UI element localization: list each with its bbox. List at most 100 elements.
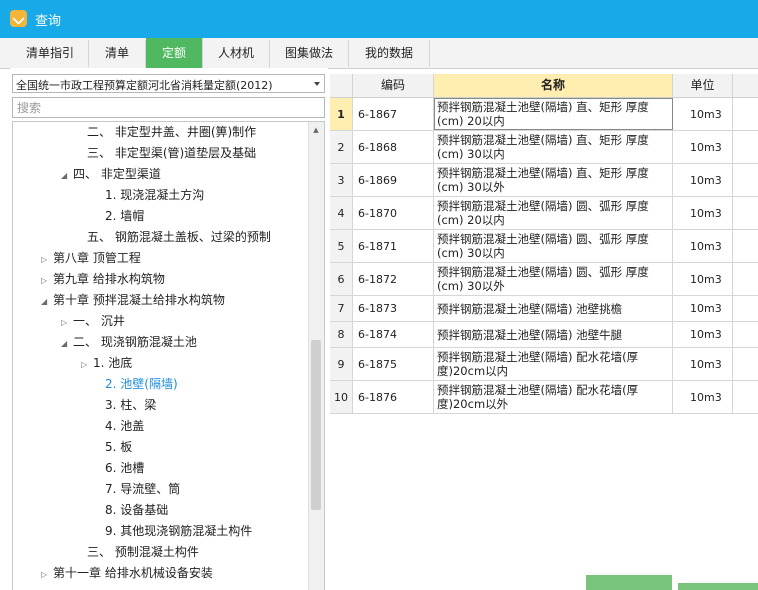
- tree-item-label: 三、 预制混凝土构件: [87, 545, 199, 559]
- tree-item[interactable]: 9. 其他现浇钢筋混凝土构件: [93, 521, 252, 541]
- table-row[interactable]: 9 6-1875 预拌钢筋混凝土池壁(隔墙) 配水花墙(厚度)20cm以内 10m3: [330, 348, 758, 381]
- tab-rencaiji[interactable]: 人材机: [203, 40, 270, 67]
- row-code[interactable]: 6-1867: [353, 98, 434, 130]
- scroll-thumb[interactable]: [311, 340, 321, 510]
- row-index[interactable]: 7: [330, 296, 353, 321]
- row-unit[interactable]: 10m3: [673, 98, 733, 130]
- tree-item[interactable]: 4. 池盖: [93, 416, 144, 436]
- row-name[interactable]: 预拌钢筋混凝土池壁(隔墙) 配水花墙(厚度)20cm以外: [434, 381, 673, 413]
- tree-item[interactable]: ▷ 第十一章 给排水机械设备安装: [41, 563, 213, 583]
- tree-item[interactable]: ▷ 第九章 给排水构筑物: [41, 269, 165, 289]
- tab-qingdan-zhiyin[interactable]: 清单指引: [12, 40, 89, 67]
- row-unit[interactable]: 10m3: [673, 164, 733, 196]
- tree-scrollbar[interactable]: ▲: [308, 122, 324, 590]
- scroll-up-icon[interactable]: ▲: [311, 125, 321, 135]
- row-name[interactable]: 预拌钢筋混凝土池壁(隔墙) 池壁挑檐: [434, 296, 673, 321]
- row-code[interactable]: 6-1872: [353, 263, 434, 295]
- tab-my-data[interactable]: 我的数据: [349, 40, 430, 67]
- tree-item[interactable]: 6. 池槽: [93, 458, 144, 478]
- row-index[interactable]: 2: [330, 131, 353, 163]
- tree-item[interactable]: 7. 导流壁、筒: [93, 479, 180, 499]
- row-code[interactable]: 6-1869: [353, 164, 434, 196]
- row-unit[interactable]: 10m3: [673, 348, 733, 380]
- tree-item[interactable]: 2. 墙帽: [93, 206, 144, 226]
- tree-item[interactable]: 三、 非定型渠(管)道垫层及基础: [75, 143, 256, 163]
- collapse-icon[interactable]: ◢: [61, 166, 73, 186]
- row-unit[interactable]: 10m3: [673, 322, 733, 347]
- expand-icon[interactable]: ▷: [41, 271, 53, 291]
- table-row[interactable]: 1 6-1867 预拌钢筋混凝土池壁(隔墙) 直、矩形 厚度(cm) 20以内 10m…: [330, 98, 758, 131]
- row-name[interactable]: 预拌钢筋混凝土池壁(隔墙) 配水花墙(厚度)20cm以内: [434, 348, 673, 380]
- window-title: 查询: [35, 14, 62, 29]
- tree-item[interactable]: 二、 非定型井盖、井圈(箅)制作: [75, 122, 256, 142]
- row-code[interactable]: 6-1874: [353, 322, 434, 347]
- tree-item[interactable]: 1. 现浇混凝土方沟: [93, 185, 204, 205]
- row-unit[interactable]: 10m3: [673, 131, 733, 163]
- row-code[interactable]: 6-1868: [353, 131, 434, 163]
- tree-item[interactable]: ◢ 第十章 预拌混凝土给排水构筑物: [41, 290, 225, 310]
- tree-item[interactable]: ◢ 四、 非定型渠道: [61, 164, 161, 184]
- table-row[interactable]: 4 6-1870 预拌钢筋混凝土池壁(隔墙) 圆、弧形 厚度(cm) 20以内 10m…: [330, 197, 758, 230]
- row-code[interactable]: 6-1876: [353, 381, 434, 413]
- tree-item[interactable]: 五、 钢筋混凝土盖板、过梁的预制: [75, 227, 271, 247]
- tree-item[interactable]: 8. 设备基础: [93, 500, 168, 520]
- quota-library-dropdown[interactable]: 全国统一市政工程预算定额河北省消耗量定额(2012): [12, 74, 325, 93]
- tab-qingdan[interactable]: 清单: [89, 40, 146, 67]
- row-index[interactable]: 6: [330, 263, 353, 295]
- expand-icon[interactable]: ▷: [81, 355, 93, 375]
- row-code[interactable]: 6-1873: [353, 296, 434, 321]
- row-name[interactable]: 预拌钢筋混凝土池壁(隔墙) 圆、弧形 厚度(cm) 30以外: [434, 263, 673, 295]
- row-unit[interactable]: 10m3: [673, 230, 733, 262]
- expand-icon[interactable]: ▷: [41, 565, 53, 585]
- row-index[interactable]: 8: [330, 322, 353, 347]
- row-code[interactable]: 6-1870: [353, 197, 434, 229]
- row-index[interactable]: 9: [330, 348, 353, 380]
- table-row[interactable]: 8 6-1874 预拌钢筋混凝土池壁(隔墙) 池壁牛腿 10m3: [330, 322, 758, 348]
- row-name[interactable]: 预拌钢筋混凝土池壁(隔墙) 圆、弧形 厚度(cm) 30以内: [434, 230, 673, 262]
- collapse-icon[interactable]: ◢: [41, 292, 53, 312]
- table-row[interactable]: 7 6-1873 预拌钢筋混凝土池壁(隔墙) 池壁挑檐 10m3: [330, 296, 758, 322]
- row-unit[interactable]: 10m3: [673, 263, 733, 295]
- tree-item[interactable]: 3. 柱、梁: [93, 395, 156, 415]
- search-input[interactable]: [12, 97, 325, 118]
- row-name[interactable]: 预拌钢筋混凝土池壁(隔墙) 直、矩形 厚度(cm) 30以内: [434, 131, 673, 163]
- row-index[interactable]: 4: [330, 197, 353, 229]
- table-row[interactable]: 3 6-1869 预拌钢筋混凝土池壁(隔墙) 直、矩形 厚度(cm) 30以外 10m…: [330, 164, 758, 197]
- header-unit[interactable]: 单位: [673, 74, 733, 97]
- row-name[interactable]: 预拌钢筋混凝土池壁(隔墙) 直、矩形 厚度(cm) 30以外: [434, 164, 673, 196]
- tree-item[interactable]: ▷ 一、 沉井: [61, 311, 125, 331]
- tree-item[interactable]: ◢ 二、 现浇钢筋混凝土池: [61, 332, 197, 352]
- tab-tuji-zuofa[interactable]: 图集做法: [270, 40, 349, 67]
- table-row[interactable]: 10 6-1876 预拌钢筋混凝土池壁(隔墙) 配水花墙(厚度)20cm以外 10m3: [330, 381, 758, 414]
- row-unit[interactable]: 10m3: [673, 197, 733, 229]
- tree-item[interactable]: 5. 板: [93, 437, 132, 457]
- row-index[interactable]: 5: [330, 230, 353, 262]
- tab-dinge[interactable]: 定额: [146, 38, 203, 68]
- row-index[interactable]: 3: [330, 164, 353, 196]
- expand-icon[interactable]: ▷: [61, 313, 73, 333]
- tree-item-label: 2. 池壁(隔墙): [105, 377, 178, 391]
- header-name[interactable]: 名称: [434, 74, 673, 97]
- row-name[interactable]: 预拌钢筋混凝土池壁(隔墙) 池壁牛腿: [434, 322, 673, 347]
- row-index[interactable]: 1: [330, 98, 353, 130]
- collapse-icon[interactable]: ◢: [61, 334, 73, 354]
- row-index[interactable]: 10: [330, 381, 353, 413]
- chevron-down-icon[interactable]: [314, 82, 320, 86]
- tree-item-label: 9. 其他现浇钢筋混凝土构件: [105, 524, 253, 538]
- table-row[interactable]: 5 6-1871 预拌钢筋混凝土池壁(隔墙) 圆、弧形 厚度(cm) 30以内 10m…: [330, 230, 758, 263]
- table-row[interactable]: 6 6-1872 预拌钢筋混凝土池壁(隔墙) 圆、弧形 厚度(cm) 30以外 10m…: [330, 263, 758, 296]
- expand-icon[interactable]: ▷: [41, 250, 53, 270]
- tree-item[interactable]: ▷ 1. 池底: [81, 353, 132, 373]
- row-unit[interactable]: 10m3: [673, 381, 733, 413]
- row-name[interactable]: 预拌钢筋混凝土池壁(隔墙) 直、矩形 厚度(cm) 20以内: [434, 98, 673, 130]
- header-code[interactable]: 编码: [353, 74, 434, 97]
- row-code[interactable]: 6-1871: [353, 230, 434, 262]
- tree-item-selected[interactable]: 2. 池壁(隔墙): [93, 374, 178, 394]
- table-row[interactable]: 2 6-1868 预拌钢筋混凝土池壁(隔墙) 直、矩形 厚度(cm) 30以内 10m…: [330, 131, 758, 164]
- tree-item[interactable]: ▷ 第八章 顶管工程: [41, 248, 141, 268]
- row-code[interactable]: 6-1875: [353, 348, 434, 380]
- tree-item-label: 第十一章 给排水机械设备安装: [53, 566, 213, 580]
- row-name[interactable]: 预拌钢筋混凝土池壁(隔墙) 圆、弧形 厚度(cm) 20以内: [434, 197, 673, 229]
- row-unit[interactable]: 10m3: [673, 296, 733, 321]
- tree-item[interactable]: 三、 预制混凝土构件: [75, 542, 199, 562]
